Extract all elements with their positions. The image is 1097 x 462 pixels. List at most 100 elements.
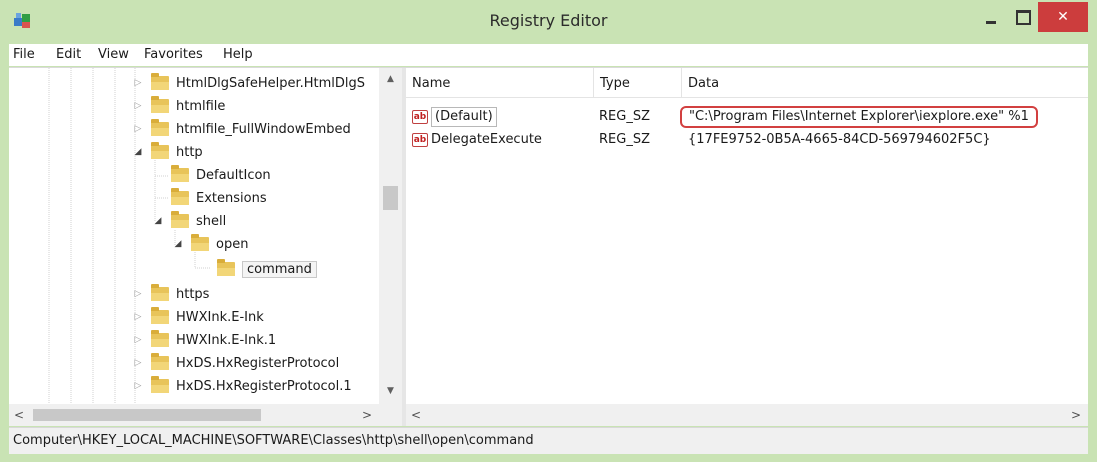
menu-view[interactable]: View [98,47,129,62]
collapsed-arrow-icon[interactable]: ▷ [131,122,145,136]
tree-item-label: open [216,236,249,252]
collapsed-arrow-icon[interactable]: ▷ [131,356,145,370]
scroll-up-icon[interactable]: ▲ [379,70,402,88]
tree-item[interactable]: ▷ htmlfile_FullWindowEmbed [131,118,351,140]
scroll-left-icon[interactable]: < [406,404,426,426]
maximize-button[interactable] [1007,4,1037,32]
string-value-icon: ab [412,110,428,124]
scroll-right-icon[interactable]: > [357,404,377,426]
value-name-cell: ab DelegateExecute [412,129,542,151]
client-area: ▷ HtmlDlgSafeHelper.HtmlDlgS ▷ htmlfile … [9,67,1088,426]
tree-item-label: http [176,144,203,160]
title-bar[interactable]: Registry Editor ✕ [0,0,1097,42]
tree-item[interactable]: ▷ HWXInk.E-Ink.1 [131,329,276,351]
tree-item[interactable]: ▷ https [131,283,209,305]
folder-icon [171,211,189,228]
collapsed-arrow-icon[interactable]: ▷ [131,287,145,301]
folder-icon [151,307,169,324]
collapsed-arrow-icon[interactable]: ▷ [131,76,145,90]
values-list-pane: Name Type Data ab (Default) REG_SZ "C:\P… [406,68,1088,426]
tree-item[interactable]: ▷ HxDS.HxRegisterProtocol [131,352,339,374]
expanded-arrow-icon[interactable]: ◢ [151,214,165,228]
collapsed-arrow-icon[interactable]: ▷ [131,379,145,393]
list-horizontal-scrollbar[interactable]: < > [406,404,1088,426]
collapsed-arrow-icon[interactable]: ▷ [131,333,145,347]
value-name: DelegateExecute [431,132,542,147]
column-header-name[interactable]: Name [406,68,593,98]
collapsed-arrow-icon[interactable]: ▷ [131,310,145,324]
tree-item-label: htmlfile [176,98,226,114]
tree-item-label: HWXInk.E-Ink.1 [176,332,277,348]
folder-icon [151,96,169,113]
tree-item-label: HtmlDlgSafeHelper.HtmlDlgS [176,75,366,91]
column-header-type[interactable]: Type [593,68,681,98]
value-type: REG_SZ [599,109,650,124]
string-value-icon: ab [412,133,428,147]
window-title: Registry Editor [489,11,608,30]
tree-item-label: DefaultIcon [196,167,271,183]
expanded-arrow-icon[interactable]: ◢ [171,237,185,251]
menu-edit[interactable]: Edit [56,47,81,62]
key-tree-pane: ▷ HtmlDlgSafeHelper.HtmlDlgS ▷ htmlfile … [9,68,402,426]
menu-bar: File Edit View Favorites Help [9,44,1088,66]
value-row[interactable]: ab DelegateExecute REG_SZ {17FE9752-0B5A… [406,129,1088,151]
value-data-highlighted: "C:\Program Files\Internet Explorer\iexp… [680,106,1038,128]
status-path: Computer\HKEY_LOCAL_MACHINE\SOFTWARE\Cla… [13,433,534,448]
minimize-button[interactable] [976,4,1006,32]
expanded-arrow-icon[interactable]: ◢ [131,145,145,159]
folder-icon [191,234,209,251]
tree-item-label: shell [196,213,227,229]
tree-item[interactable]: Extensions [151,187,267,209]
tree-item-label: Extensions [196,190,267,206]
menu-file[interactable]: File [13,47,35,62]
tree-item-label: command [242,260,317,278]
menu-favorites[interactable]: Favorites [144,47,203,62]
tree-item[interactable]: ◢ shell [151,210,226,232]
value-data: {17FE9752-0B5A-4665-84CD-569794602F5C} [688,132,991,147]
list-header: Name Type Data [406,68,1088,98]
tree-vertical-scrollbar[interactable]: ▲ ▼ [379,68,402,404]
folder-icon [151,119,169,136]
scroll-right-icon[interactable]: > [1066,404,1086,426]
collapsed-arrow-icon[interactable]: ▷ [131,99,145,113]
folder-icon [151,330,169,347]
tree-item[interactable]: ▷ htmlfile [131,95,225,117]
tree-item[interactable]: ▷ HtmlDlgSafeHelper.HtmlDlgS [131,72,365,94]
close-button[interactable]: ✕ [1038,2,1088,32]
scroll-thumb[interactable] [33,409,261,421]
column-header-data[interactable]: Data [681,68,1088,98]
value-name: (Default) [431,107,497,127]
tree-item[interactable]: ◢ open [171,233,248,255]
value-data-cell: "C:\Program Files\Internet Explorer\iexp… [680,106,1038,128]
tree-item-label: HxDS.HxRegisterProtocol [176,355,340,371]
value-type: REG_SZ [599,132,650,147]
tree-item[interactable]: ◢ http [131,141,203,163]
tree-item-label: https [176,286,210,302]
close-icon: ✕ [1057,9,1069,25]
tree-item-label: htmlfile_FullWindowEmbed [176,121,351,137]
folder-icon [151,73,169,90]
value-row[interactable]: ab (Default) REG_SZ "C:\Program Files\In… [406,106,1088,128]
folder-icon [151,284,169,301]
scroll-left-icon[interactable]: < [9,404,29,426]
tree-item[interactable]: ▷ HxDS.HxRegisterProtocol.1 [131,375,352,397]
folder-icon [171,188,189,205]
tree-item-selected[interactable]: command [197,258,317,280]
scroll-down-icon[interactable]: ▼ [379,382,402,400]
folder-icon [151,142,169,159]
folder-icon [151,376,169,393]
tree-item[interactable]: ▷ HWXInk.E-Ink [131,306,264,328]
tree-item[interactable]: DefaultIcon [151,164,271,186]
folder-icon [171,165,189,182]
folder-icon [151,353,169,370]
folder-icon [217,259,235,276]
registry-editor-window: Registry Editor ✕ File Edit View Favorit… [0,0,1097,462]
menu-help[interactable]: Help [223,47,253,62]
scroll-thumb[interactable] [383,186,398,210]
tree-horizontal-scrollbar[interactable]: < > [9,404,402,426]
status-bar: Computer\HKEY_LOCAL_MACHINE\SOFTWARE\Cla… [9,427,1088,454]
tree-item-label: HxDS.HxRegisterProtocol.1 [176,378,352,394]
